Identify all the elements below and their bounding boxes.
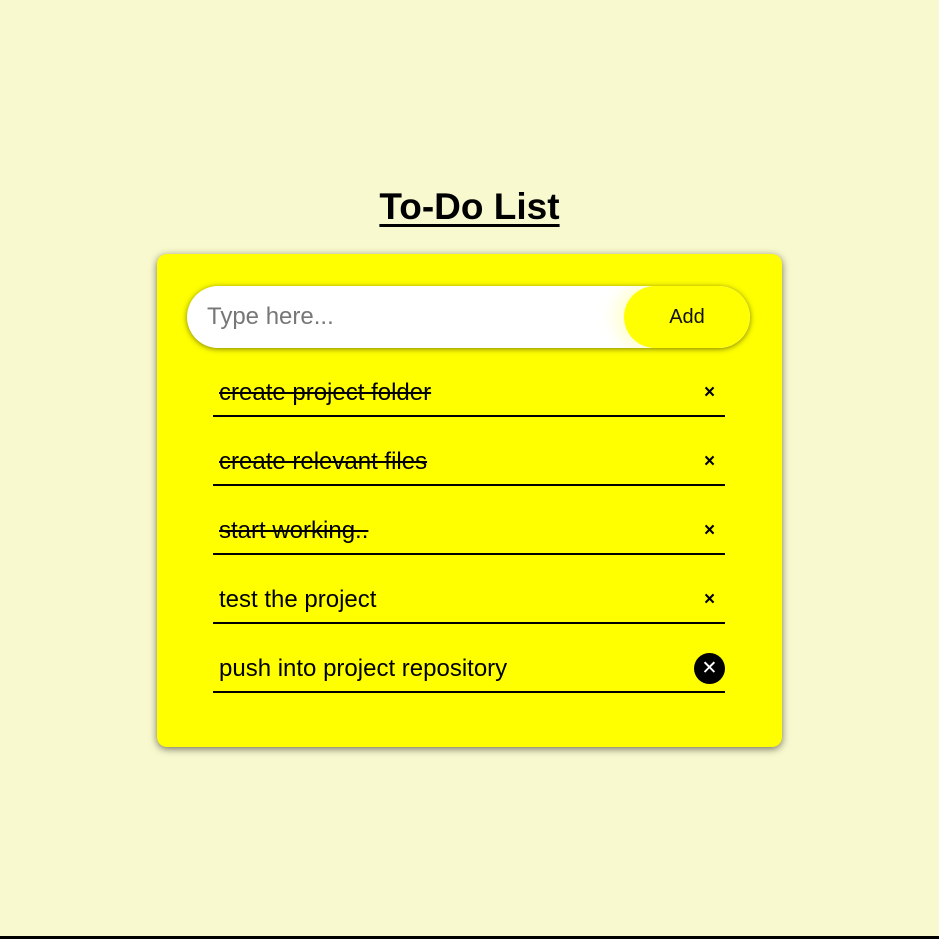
input-row: Add [187,286,750,348]
todo-item[interactable]: test the project × [213,582,725,624]
todo-text: create relevant files [219,448,428,475]
todo-item[interactable]: start working.. × [213,513,725,555]
page-title: To-Do List [379,186,560,227]
close-icon[interactable]: × [694,446,725,477]
close-icon[interactable]: ✕ [694,653,725,684]
todo-item[interactable]: create relevant files × [213,444,725,486]
todo-text: push into project repository [219,655,508,682]
todo-text: test the project [219,586,377,613]
todo-card: Add create project folder × create relev… [157,254,782,747]
todo-list: create project folder × create relevant … [213,375,725,720]
todo-item[interactable]: create project folder × [213,375,725,417]
close-icon[interactable]: × [694,515,725,546]
task-input[interactable] [187,286,627,348]
close-icon[interactable]: × [694,584,725,615]
add-button[interactable]: Add [624,286,750,348]
todo-text: start working.. [219,517,369,544]
close-icon[interactable]: × [694,377,725,408]
todo-text: create project folder [219,379,432,406]
todo-item[interactable]: push into project repository ✕ [213,651,725,693]
